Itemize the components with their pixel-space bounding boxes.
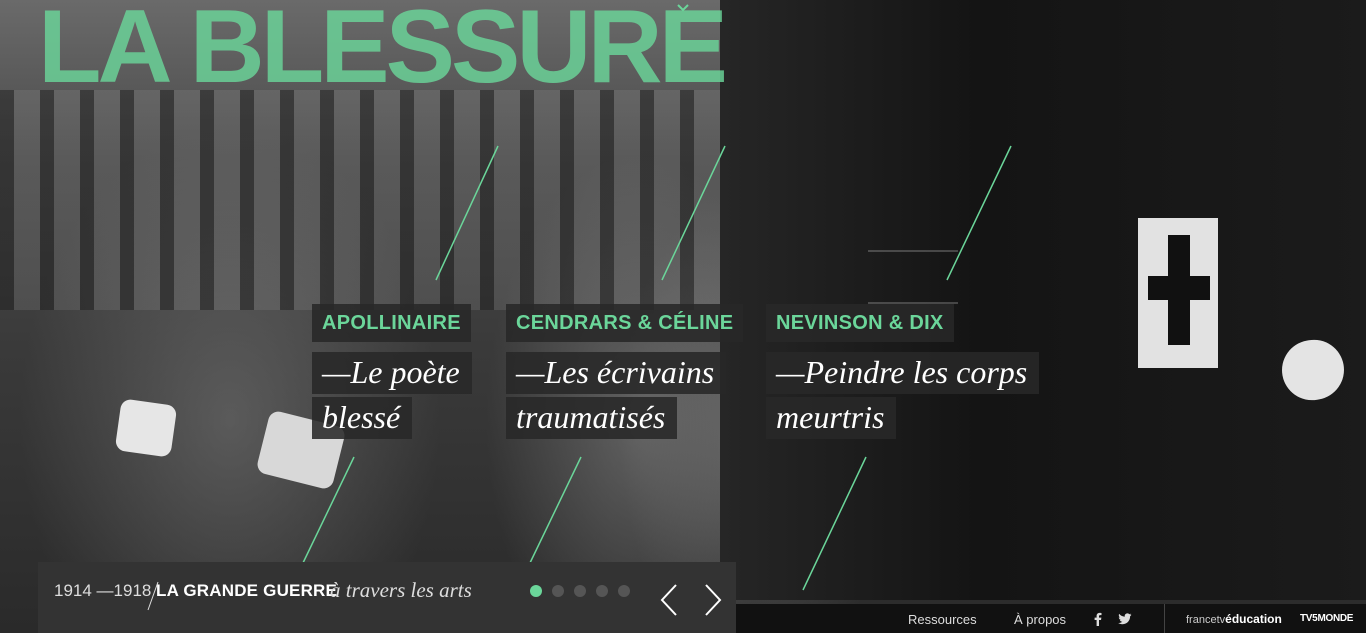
slide-dot-3[interactable] — [574, 585, 586, 597]
slide-pagination — [530, 585, 630, 597]
arrow-left-icon[interactable] — [656, 582, 682, 618]
slide-dot-2[interactable] — [552, 585, 564, 597]
chevron-down-icon[interactable] — [676, 2, 690, 14]
about-link[interactable]: À propos — [1014, 612, 1066, 627]
entry-label: NEVINSON & DIX — [766, 304, 954, 342]
series-navigation-panel: 1914 —1918 LA GRANDE GUERRE à travers le… — [38, 562, 736, 633]
footer-bar: Ressources À propos francetvéducation TV… — [736, 604, 1366, 633]
twitter-icon[interactable] — [1118, 612, 1132, 626]
tv5monde-logo[interactable]: TV5MONDE — [1300, 613, 1353, 624]
series-tagline: à travers les arts — [330, 578, 472, 602]
slide-dot-4[interactable] — [596, 585, 608, 597]
arrow-right-icon[interactable] — [700, 582, 726, 618]
facebook-icon[interactable] — [1091, 612, 1105, 626]
entry-subtitle: —Les écrivains traumatisés — [506, 350, 743, 440]
slide-dot-1[interactable] — [530, 585, 542, 597]
entry-nevinson-dix[interactable]: NEVINSON & DIX —Peindre les corps meurtri… — [766, 304, 1040, 440]
footer-divider — [1164, 604, 1165, 633]
date-range: 1914 —1918 — [54, 581, 152, 600]
entry-label: CENDRARS & CÉLINE — [506, 304, 744, 342]
site-title: LA BLESSURE — [38, 0, 728, 105]
entry-apollinaire[interactable]: APOLLINAIRE —Le poète blessé — [312, 304, 472, 440]
francetv-education-logo[interactable]: francetvéducation — [1186, 612, 1282, 626]
entry-label: APOLLINAIRE — [312, 304, 471, 342]
entry-subtitle: —Le poète blessé — [312, 350, 472, 440]
series-title[interactable]: LA GRANDE GUERRE — [156, 581, 337, 601]
resources-link[interactable]: Ressources — [908, 612, 977, 627]
entry-cendrars-celine[interactable]: CENDRARS & CÉLINE —Les écrivains traumati… — [506, 304, 744, 440]
slide-dot-5[interactable] — [618, 585, 630, 597]
entry-subtitle: —Peindre les corps meurtris — [766, 350, 1040, 440]
